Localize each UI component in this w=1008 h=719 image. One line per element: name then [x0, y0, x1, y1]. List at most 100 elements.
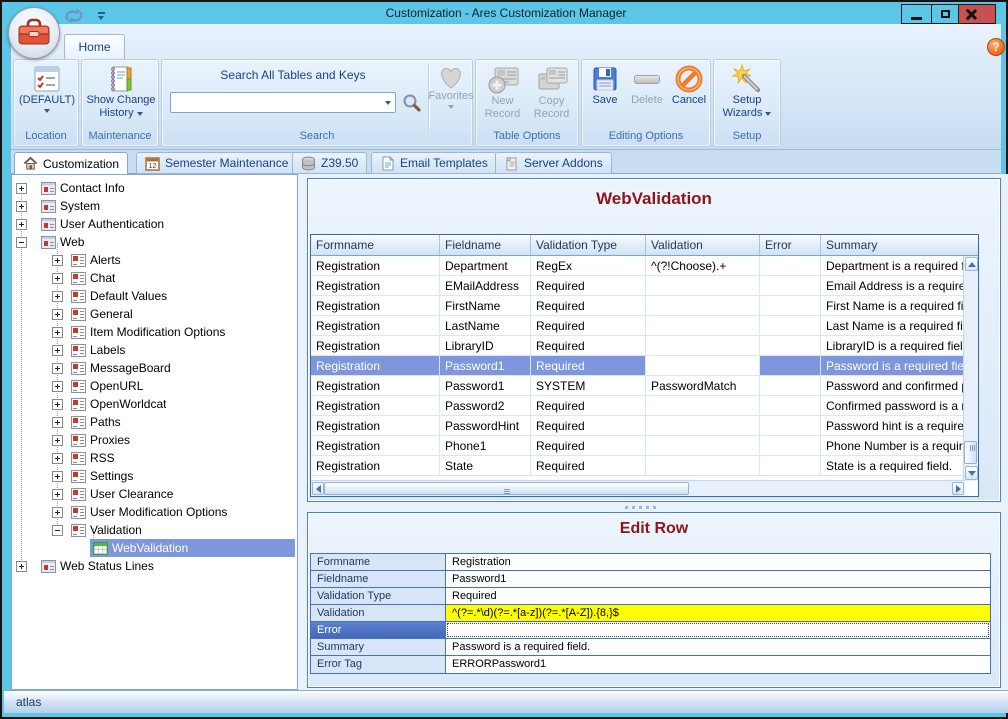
table-row[interactable]: RegistrationEMailAddressRequiredEmail Ad…: [311, 276, 965, 296]
tree-item[interactable]: RSS: [12, 449, 295, 467]
table-row[interactable]: RegistrationPasswordHintRequiredPassword…: [311, 416, 965, 436]
refresh-icon[interactable]: [61, 7, 87, 25]
tree-item[interactable]: Chat: [12, 269, 295, 287]
tree-item-webvalidation[interactable]: WebValidation: [12, 539, 295, 557]
save-button[interactable]: Save: [586, 64, 624, 107]
field-label[interactable]: Fieldname: [311, 571, 446, 587]
expand-minus-icon[interactable]: [52, 525, 63, 536]
tree-item[interactable]: Contact Info: [12, 179, 295, 197]
search-icon[interactable]: [402, 93, 422, 116]
show-change-history-button[interactable]: Show Change History: [85, 64, 157, 120]
tree-item[interactable]: User Modification Options: [12, 503, 295, 521]
tree-item[interactable]: OpenURL: [12, 377, 295, 395]
setup-wizards-button[interactable]: Setup Wizards: [718, 64, 776, 120]
help-button[interactable]: ?: [987, 38, 1005, 56]
tree-item[interactable]: Paths: [12, 413, 295, 431]
column-header[interactable]: Fieldname: [440, 235, 531, 255]
tree-item[interactable]: Web: [12, 233, 295, 251]
field-value[interactable]: Registration: [446, 554, 990, 570]
new-record-button[interactable]: New Record: [479, 64, 526, 121]
field-value-error[interactable]: [446, 622, 990, 638]
field-value[interactable]: Password is a required field.: [446, 639, 990, 655]
expand-plus-icon[interactable]: [52, 273, 63, 284]
favorites-button[interactable]: Favorites: [430, 64, 472, 109]
column-header[interactable]: Error: [760, 235, 821, 255]
horizontal-splitter[interactable]: [307, 503, 1001, 511]
tree-item[interactable]: User Authentication: [12, 215, 295, 233]
tree-item[interactable]: Alerts: [12, 251, 295, 269]
expand-plus-icon[interactable]: [16, 219, 27, 230]
tree-item[interactable]: General: [12, 305, 295, 323]
vertical-scrollbar[interactable]: [963, 256, 978, 481]
field-label-selected[interactable]: Error: [311, 622, 446, 638]
expand-plus-icon[interactable]: [52, 507, 63, 518]
field-value[interactable]: Password1: [446, 571, 990, 587]
field-label[interactable]: Validation: [311, 605, 446, 621]
expand-plus-icon[interactable]: [16, 201, 27, 212]
expand-plus-icon[interactable]: [52, 327, 63, 338]
table-row[interactable]: RegistrationFirstNameRequiredFirst Name …: [311, 296, 965, 316]
field-value-validation[interactable]: ^(?=.*\d)(?=.*[a-z])(?=.*[A-Z]).{8,}$: [446, 605, 990, 621]
maximize-button[interactable]: [931, 4, 959, 24]
expand-plus-icon[interactable]: [52, 381, 63, 392]
tab-server-addons[interactable]: Server Addons: [495, 152, 612, 174]
field-label[interactable]: Validation Type: [311, 588, 446, 604]
field-value[interactable]: Required: [446, 588, 990, 604]
table-row[interactable]: RegistrationDepartmentRegEx^(?!Choose).+…: [311, 256, 965, 276]
column-header[interactable]: Validation Type: [531, 235, 646, 255]
horizontal-scroll-thumb[interactable]: [324, 482, 689, 495]
tree-item[interactable]: Proxies: [12, 431, 295, 449]
tab-semester-maintenance[interactable]: 12 Semester Maintenance: [136, 152, 297, 174]
scroll-right-button[interactable]: [952, 482, 964, 495]
quick-access-dropdown-icon[interactable]: [98, 10, 110, 22]
search-input[interactable]: [170, 92, 396, 113]
expand-plus-icon[interactable]: [52, 399, 63, 410]
delete-button[interactable]: Delete: [626, 64, 668, 107]
table-row[interactable]: RegistrationLastNameRequiredLast Name is…: [311, 316, 965, 336]
combo-dropdown-icon[interactable]: [385, 101, 391, 105]
expand-plus-icon[interactable]: [52, 363, 63, 374]
expand-plus-icon[interactable]: [52, 255, 63, 266]
close-button[interactable]: [958, 4, 996, 24]
expand-plus-icon[interactable]: [52, 471, 63, 482]
expand-plus-icon[interactable]: [52, 417, 63, 428]
expand-plus-icon[interactable]: [52, 435, 63, 446]
table-row[interactable]: RegistrationPhone1RequiredPhone Number i…: [311, 436, 965, 456]
expand-minus-icon[interactable]: [16, 237, 27, 248]
table-row[interactable]: RegistrationPassword2RequiredConfirmed p…: [311, 396, 965, 416]
expand-plus-icon[interactable]: [52, 309, 63, 320]
vertical-scroll-thumb[interactable]: [964, 441, 977, 464]
expand-plus-icon[interactable]: [52, 453, 63, 464]
field-value[interactable]: ERRORPassword1: [446, 656, 990, 673]
tree-item[interactable]: MessageBoard: [12, 359, 295, 377]
vertical-splitter[interactable]: [298, 174, 307, 690]
tab-customization[interactable]: Customization: [14, 152, 128, 175]
tree-item[interactable]: Web Status Lines: [12, 557, 295, 575]
field-label[interactable]: Error Tag: [311, 656, 446, 673]
default-location-button[interactable]: (DEFAULT): [17, 64, 77, 113]
scroll-down-button[interactable]: [965, 466, 978, 480]
application-button[interactable]: [8, 7, 60, 59]
table-row[interactable]: RegistrationPassword1SYSTEMPasswordMatch…: [311, 376, 965, 396]
minimize-button[interactable]: [901, 4, 932, 24]
table-row[interactable]: RegistrationLibraryIDRequiredLibraryID i…: [311, 336, 965, 356]
tree-item[interactable]: Settings: [12, 467, 295, 485]
column-header[interactable]: Formname: [311, 235, 440, 255]
ribbon-tab-home[interactable]: Home: [64, 34, 125, 59]
tree-item[interactable]: User Clearance: [12, 485, 295, 503]
expand-plus-icon[interactable]: [52, 345, 63, 356]
scroll-up-button[interactable]: [965, 257, 978, 271]
field-label[interactable]: Summary: [311, 639, 446, 655]
tree-item[interactable]: Default Values: [12, 287, 295, 305]
tree-item[interactable]: OpenWorldcat: [12, 395, 295, 413]
tree-item[interactable]: Validation: [12, 521, 295, 539]
column-header[interactable]: Summary: [821, 235, 978, 255]
expand-plus-icon[interactable]: [16, 561, 27, 572]
table-row-selected[interactable]: RegistrationPassword1RequiredPassword is…: [311, 356, 965, 376]
tab-z3950[interactable]: Z39.50: [292, 152, 367, 174]
expand-plus-icon[interactable]: [52, 291, 63, 302]
expand-plus-icon[interactable]: [16, 183, 27, 194]
copy-record-button[interactable]: Copy Record: [528, 64, 575, 121]
horizontal-scrollbar[interactable]: [311, 480, 965, 496]
expand-plus-icon[interactable]: [52, 489, 63, 500]
